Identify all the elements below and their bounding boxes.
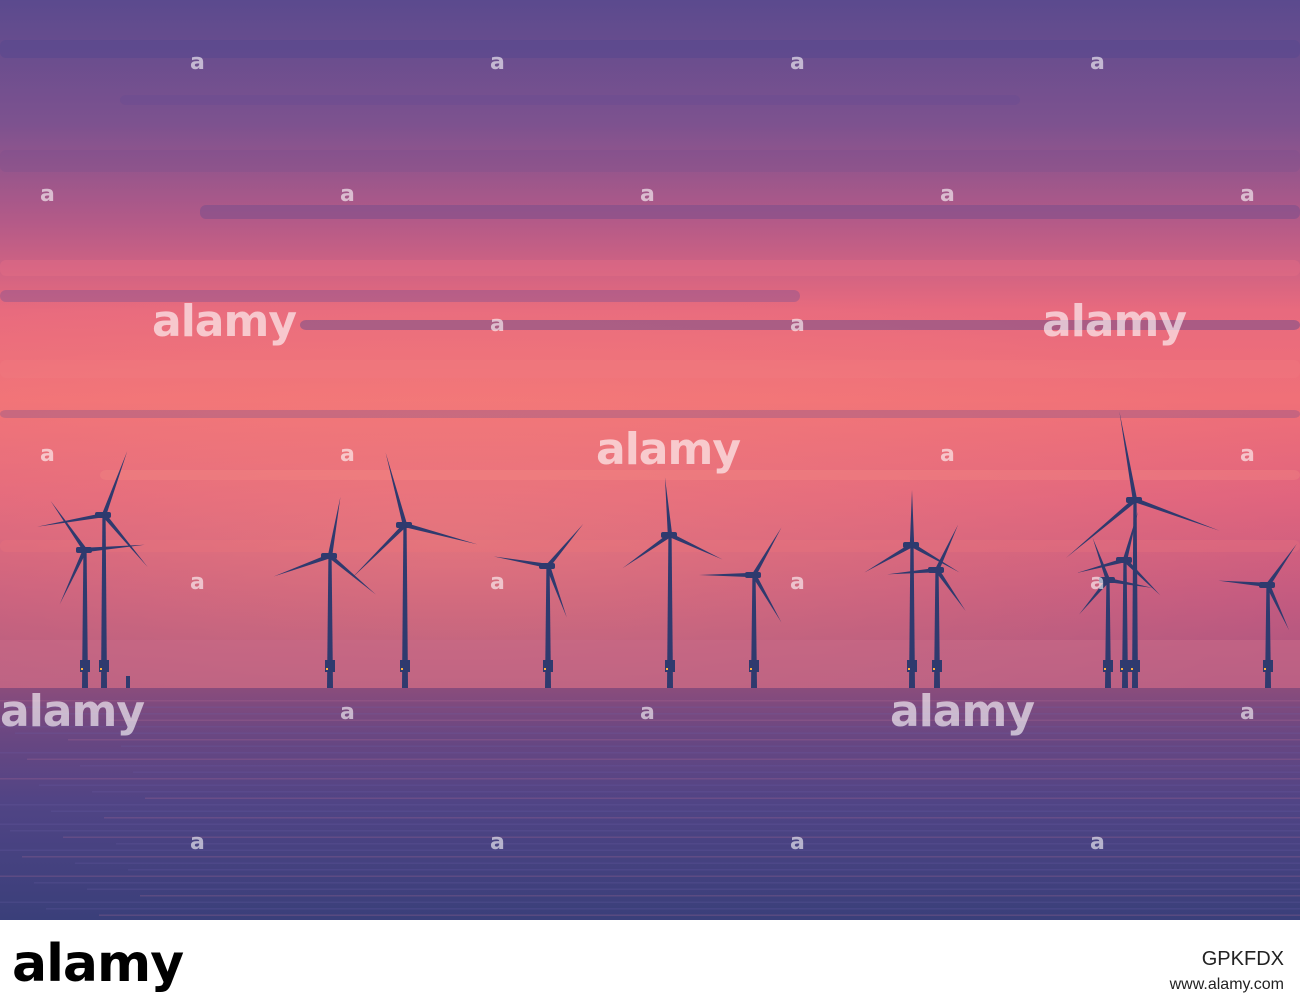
- sea-ripple: [0, 752, 1300, 754]
- sky-glow: [0, 300, 1300, 690]
- cloud-streak: [0, 360, 1300, 378]
- cloud-streak: [100, 470, 1300, 480]
- sea-ripple: [68, 739, 1300, 741]
- sea-ripple: [75, 862, 1300, 864]
- image-id: GPKFDX: [1201, 948, 1284, 970]
- sea-ripple: [46, 908, 1300, 910]
- sea-ripple: [116, 843, 1300, 845]
- sea-ripple: [87, 888, 1300, 890]
- footer-logo: alamy: [12, 934, 184, 994]
- sea-ripple: [0, 700, 1300, 702]
- sea-ripple: [27, 758, 1300, 760]
- cloud-streak: [0, 410, 1300, 418]
- footer-url: www.alamy.com: [1169, 976, 1284, 993]
- sea-ripple: [0, 804, 1300, 806]
- cloud-streak: [120, 95, 1020, 105]
- sea-ripple: [80, 765, 1300, 767]
- photo: alamy alamy alamy alamy alamy a a a a a a a a a a a a a a a…: [0, 0, 1300, 920]
- sea-ripple: [51, 810, 1300, 812]
- sea-ripple: [128, 869, 1300, 871]
- sea-ripple: [104, 817, 1300, 819]
- cloud-streak: [0, 150, 1300, 172]
- cloud-streak: [0, 40, 1300, 58]
- cloud-streak: [0, 260, 1300, 276]
- sea-ripple: [133, 771, 1300, 773]
- sea-ripple: [56, 713, 1300, 715]
- sea-ripple: [0, 849, 1300, 851]
- sea-ripple: [121, 745, 1300, 747]
- cloud-streak: [0, 290, 800, 302]
- sea-ripple: [63, 836, 1300, 838]
- sea-ripple: [109, 719, 1300, 721]
- sea-ripple: [22, 856, 1300, 858]
- sea-ripple: [0, 875, 1300, 877]
- sea-ripple: [0, 778, 1300, 780]
- sea-ripple: [145, 797, 1300, 799]
- cloud-streak: [200, 205, 1300, 219]
- sea-ripple: [0, 823, 1300, 825]
- cloud-streak: [300, 320, 1300, 330]
- sea-ripple: [10, 830, 1300, 832]
- sea-ripple: [15, 732, 1300, 734]
- offshore-wind-farm-scene: [0, 0, 1300, 920]
- sea-ripple: [0, 901, 1300, 903]
- sea-ripple: [39, 784, 1300, 786]
- footer-bar: alamy GPKFDX www.alamy.com: [0, 920, 1300, 1006]
- sea-ripple: [92, 791, 1300, 793]
- sea-ripple: [3, 706, 1300, 708]
- sea-ripple: [140, 895, 1300, 897]
- sea-ripple: [0, 726, 1300, 728]
- sea-ripple: [99, 914, 1300, 916]
- sea-ripple: [34, 882, 1300, 884]
